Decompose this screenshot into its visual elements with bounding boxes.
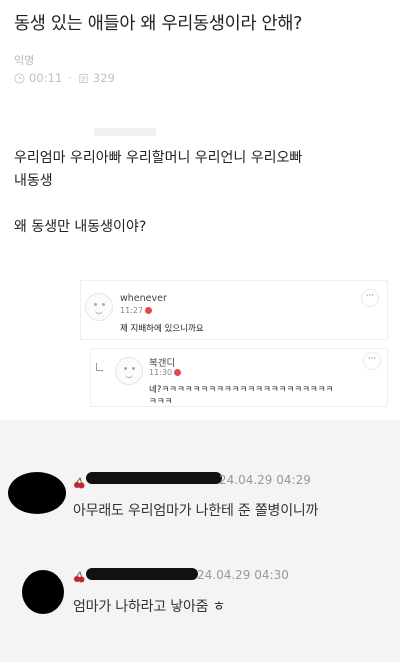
- post-views: 329: [92, 71, 115, 85]
- comments-section: 24.04.29 04:29 아무래도 우리엄마가 나한테 준 쫄병이니까 24…: [0, 420, 400, 662]
- avatar-redacted: [22, 570, 64, 614]
- divider: [94, 128, 156, 136]
- avatar-redacted: [8, 472, 66, 514]
- embedded-reply: 복갠디 11:30 네?ㅋㅋㅋㅋㅋㅋㅋㅋㅋㅋㅋㅋㅋㅋㅋㅋㅋㅋㅋㅋㅋㅋ ㅋㅋㅋ ·…: [90, 348, 388, 407]
- comment-time-row: 11:27: [120, 306, 153, 315]
- more-options-button[interactable]: ···: [363, 352, 381, 370]
- comment-text: 엄마가 나하라고 낳아줌 ㅎ: [73, 599, 226, 615]
- clock-icon: [14, 72, 25, 84]
- post-author: 익명: [14, 54, 35, 67]
- embedded-comment: whenever 11:27 제 지배하에 있으니까요 ···: [80, 280, 388, 340]
- badge-icon: [174, 369, 182, 376]
- meta-separator: ·: [68, 71, 72, 85]
- comment-date: 24.04.29 04:30: [197, 568, 289, 582]
- post-time: 00:11: [29, 71, 63, 85]
- comment-text: ㅋㅋㅋ: [149, 397, 173, 407]
- comment-time: 11:27: [120, 306, 144, 315]
- comment-author: 복갠디: [149, 358, 176, 369]
- avatar: [115, 357, 143, 385]
- comment-author: whenever: [120, 293, 167, 304]
- more-options-button[interactable]: ···: [361, 289, 379, 307]
- avatar: [85, 293, 113, 321]
- post-meta: 00:11 · 329: [14, 71, 115, 85]
- body-line: 우리엄마 우리아빠 우리할머니 우리언니 우리오빠: [14, 150, 303, 166]
- username-redacted: [86, 568, 198, 580]
- comment-text: 아무래도 우리엄마가 나한테 준 쫄병이니까: [73, 503, 319, 519]
- post-title: 동생 있는 애들아 왜 우리동생이라 안해?: [14, 14, 303, 34]
- comment-time-row: 11:30: [149, 368, 182, 377]
- body-line: 왜 동생만 내동생이야?: [14, 219, 147, 235]
- body-gap: [14, 193, 302, 216]
- body-line: 내동생: [14, 173, 53, 189]
- cherry-icon: [74, 571, 85, 583]
- comment-time: 11:30: [149, 368, 173, 377]
- embedded-comments: whenever 11:27 제 지배하에 있으니까요 ··· 복갠디 11:3…: [80, 280, 388, 407]
- post-body: 우리엄마 우리아빠 우리할머니 우리언니 우리오빠 내동생 왜 동생만 내동생이…: [14, 147, 302, 239]
- comment-text: 제 지배하에 있으니까요: [120, 324, 204, 334]
- reply-arrow-icon: [96, 363, 103, 371]
- username-redacted: [86, 472, 222, 484]
- comment-date: 24.04.29 04:29: [219, 473, 311, 487]
- cherry-icon: [74, 477, 85, 489]
- comment-text: 네?ㅋㅋㅋㅋㅋㅋㅋㅋㅋㅋㅋㅋㅋㅋㅋㅋㅋㅋㅋㅋㅋㅋ: [149, 385, 334, 395]
- views-icon: [79, 73, 88, 83]
- badge-icon: [145, 307, 153, 314]
